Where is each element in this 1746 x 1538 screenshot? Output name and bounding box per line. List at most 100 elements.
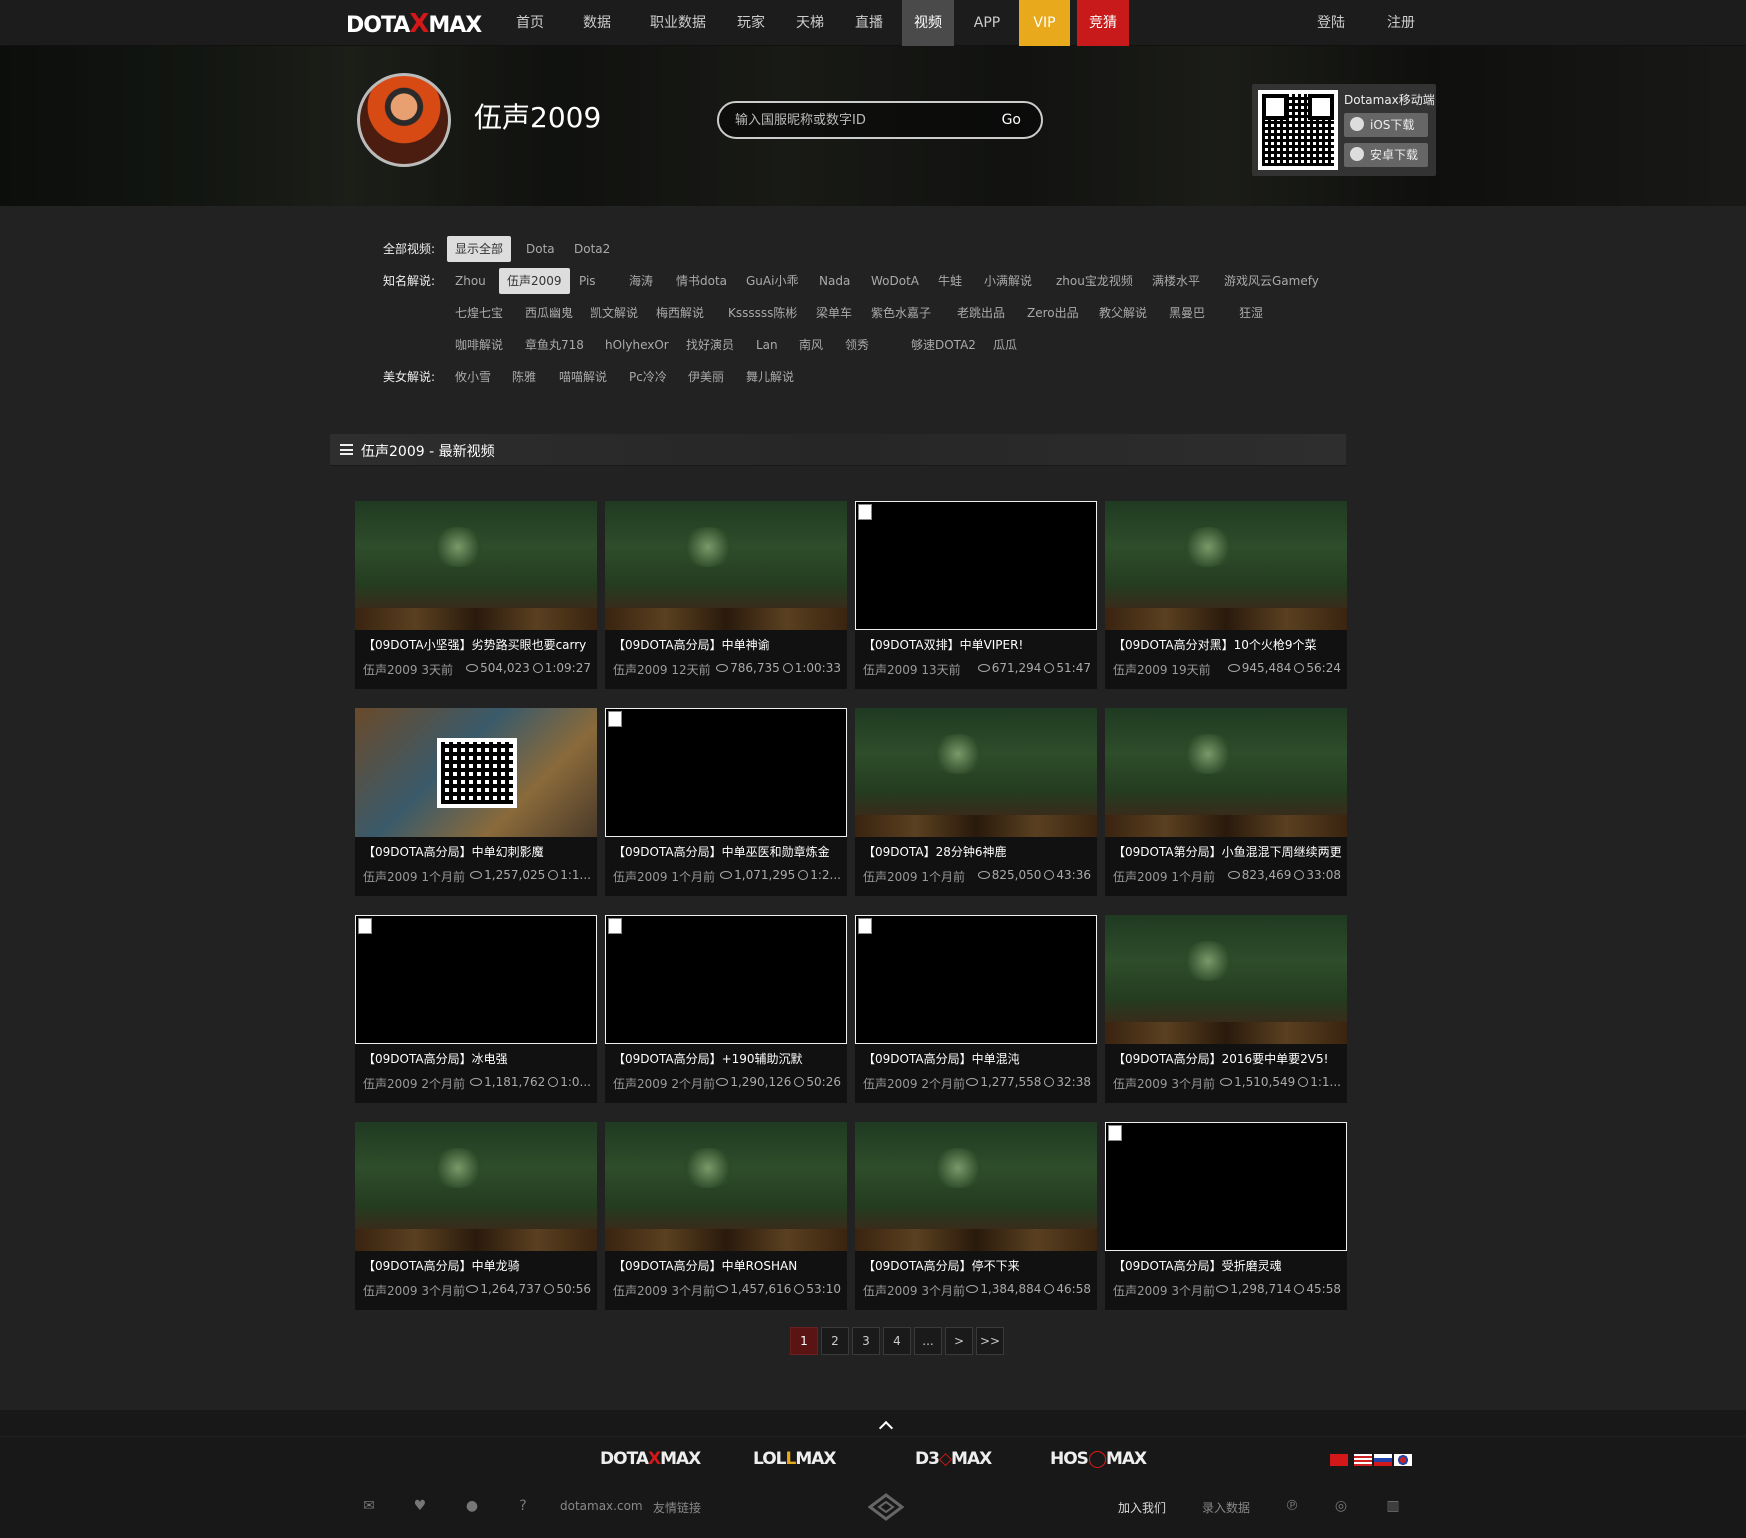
filter-tag[interactable]: 舞儿解说 [738,364,802,390]
page-button[interactable]: >> [976,1327,1004,1355]
filter-tag[interactable]: 满楼水平 [1144,268,1208,294]
filter-tag[interactable]: 南风 [791,332,831,358]
filter-tag[interactable]: 陈雅 [504,364,544,390]
filter-tag[interactable]: Zhou [447,268,494,294]
filter-tag[interactable]: GuAi小乖 [738,268,806,294]
video-title[interactable]: 【09DOTA高分局】停不下来 [863,1257,1093,1274]
site-link[interactable]: dotamax.com [560,1499,643,1513]
video-title[interactable]: 【09DOTA高分局】中单ROSHAN [613,1257,843,1274]
filter-tag[interactable]: WoDotA [863,268,927,294]
video-title[interactable]: 【09DOTA】28分钟6神鹿 [863,843,1093,860]
video-card[interactable]: 【09DOTA高分局】2016要中单要2V5! 伍声2009 3个月前 1,510,… [1105,915,1347,1103]
back-to-top-icon[interactable] [879,1419,893,1433]
video-card[interactable]: 【09DOTA高分局】中单巫医和勋章炼金 伍声2009 1个月前 1,071,295… [605,708,847,896]
filter-tag[interactable]: Pc冷冷 [621,364,675,390]
nav-players[interactable]: 玩家 [726,0,776,46]
filter-tag[interactable]: 七煌七宝 [447,300,511,326]
filter-tag[interactable]: 海涛 [621,268,661,294]
footer-brand-logo[interactable]: LOLLMAX [753,1449,837,1469]
filter-tag[interactable]: Nada [811,268,858,294]
video-card[interactable]: 【09DOTA小坚强】劣势路买眼也要carry 伍声2009 3天前 504,023… [355,501,597,689]
footer-brand-logo[interactable]: D3◇MAX [915,1449,992,1469]
video-card[interactable]: 【09DOTA高分局】中单龙骑 伍声2009 3个月前 1,264,737 50:56 [355,1122,597,1310]
login-link[interactable]: 登陆 [1308,0,1354,46]
page-button[interactable]: 4 [883,1327,911,1355]
video-card[interactable]: 【09DOTA高分局】中单神谕 伍声2009 12天前 786,735 1:00:33 [605,501,847,689]
register-link[interactable]: 注册 [1378,0,1424,46]
page-button[interactable]: 1 [790,1327,818,1355]
join-us-link[interactable]: 加入我们 [1118,1499,1166,1516]
nav-ladder[interactable]: 天梯 [785,0,835,46]
video-card[interactable]: 【09DOTA高分局】+190辅助沉默 伍声2009 2个月前 1,290,126 5… [605,915,847,1103]
filter-tag[interactable]: 攸小雪 [447,364,499,390]
video-title[interactable]: 【09DOTA高分局】+190辅助沉默 [613,1050,843,1067]
weibo-icon[interactable]: ◎ [1333,1499,1349,1513]
video-thumbnail[interactable] [855,708,1097,837]
filter-tag[interactable]: 西瓜幽鬼 [517,300,581,326]
filter-tag[interactable]: Kssssss陈彬 [720,300,805,326]
video-thumbnail[interactable] [355,708,597,837]
kr-flag-icon[interactable] [1394,1454,1412,1466]
filter-tag[interactable]: 梅西解说 [648,300,712,326]
filter-tag[interactable]: 牛蛙 [930,268,970,294]
video-title[interactable]: 【09DOTA高分局】2016要中单要2V5! [1113,1050,1343,1067]
video-thumbnail[interactable] [605,1122,847,1251]
video-thumbnail[interactable] [605,708,847,837]
video-thumbnail[interactable] [855,501,1097,630]
video-title[interactable]: 【09DOTA高分局】中单混沌 [863,1050,1093,1067]
filter-tag[interactable]: 章鱼丸718 [517,332,592,358]
filter-tag[interactable]: 凯文解说 [582,300,646,326]
nav-vip[interactable]: VIP [1019,0,1070,46]
android-download-button[interactable]: 安卓下载 [1344,143,1428,167]
cn-flag-icon[interactable] [1330,1454,1348,1466]
video-card[interactable]: 【09DOTA第分局】小鱼混混下周继续两更 伍声2009 1个月前 823,469 3… [1105,708,1347,896]
filter-tag[interactable]: 紫色水嘉子 [863,300,939,326]
footer-brand-logo[interactable]: DOTAXMAX [600,1449,701,1469]
video-thumbnail[interactable] [605,501,847,630]
video-card[interactable]: 【09DOTA】28分钟6神鹿 伍声2009 1个月前 825,050 43:36 [855,708,1097,896]
nav-live[interactable]: 直播 [843,0,895,46]
filter-tag[interactable]: 咖啡解说 [447,332,511,358]
filter-tag[interactable]: 教父解说 [1091,300,1155,326]
video-thumbnail[interactable] [1105,708,1347,837]
ru-flag-icon[interactable] [1374,1454,1392,1466]
filter-tag[interactable]: 老跳出品 [949,300,1013,326]
filter-tag[interactable]: 情书dota [668,268,735,294]
mail-icon[interactable]: ✉ [361,1499,377,1513]
video-thumbnail[interactable] [1105,1122,1347,1251]
video-thumbnail[interactable] [355,501,597,630]
video-title[interactable]: 【09DOTA小坚强】劣势路买眼也要carry [363,636,593,653]
filter-tag[interactable]: Lan [748,332,786,358]
video-title[interactable]: 【09DOTA高分局】冰电强 [363,1050,593,1067]
video-thumbnail[interactable] [1105,915,1347,1044]
video-title[interactable]: 【09DOTA第分局】小鱼混混下周继续两更 [1113,843,1343,860]
nav-app[interactable]: APP [961,0,1013,46]
filter-tag[interactable]: 够速DOTA2 [903,332,984,358]
video-card[interactable]: 【09DOTA高分局】中单ROSHAN 伍声2009 3个月前 1,457,616 5… [605,1122,847,1310]
filter-tag[interactable]: 梁单车 [808,300,860,326]
filter-tag[interactable]: Dota [518,236,563,262]
filter-tag[interactable]: 喵喵解说 [551,364,615,390]
filter-tag[interactable]: zhou宝龙视频 [1048,268,1141,294]
video-thumbnail[interactable] [855,915,1097,1044]
video-title[interactable]: 【09DOTA高分局】受折磨灵魂 [1113,1257,1343,1274]
video-title[interactable]: 【09DOTA高分对黑】10个火枪9个菜 [1113,636,1343,653]
footer-brand-logo[interactable]: HOS◯MAX [1050,1449,1147,1469]
video-title[interactable]: 【09DOTA高分局】中单神谕 [613,636,843,653]
filter-tag[interactable]: hOlyhexOr [597,332,677,358]
video-title[interactable]: 【09DOTA高分局】中单幻刺影魔 [363,843,593,860]
page-button[interactable]: 3 [852,1327,880,1355]
video-card[interactable]: 【09DOTA高分对黑】10个火枪9个菜 伍声2009 19天前 945,484 56… [1105,501,1347,689]
filter-tag[interactable]: Pis [571,268,604,294]
us-flag-icon[interactable] [1354,1454,1372,1466]
nav-home[interactable]: 首页 [503,0,557,46]
nav-video[interactable]: 视频 [902,0,954,46]
filter-tag[interactable]: 狂湿 [1231,300,1271,326]
ios-download-button[interactable]: iOS下载 [1344,113,1428,137]
nav-pro-data[interactable]: 职业数据 [641,0,715,46]
search-input[interactable] [735,111,975,129]
video-thumbnail[interactable] [355,1122,597,1251]
filter-tag[interactable]: Dota2 [566,236,618,262]
video-card[interactable]: 【09DOTA双排】中单VIPER! 伍声2009 13天前 671,294 51:4… [855,501,1097,689]
submit-data-link[interactable]: 录入数据 [1202,1499,1250,1516]
